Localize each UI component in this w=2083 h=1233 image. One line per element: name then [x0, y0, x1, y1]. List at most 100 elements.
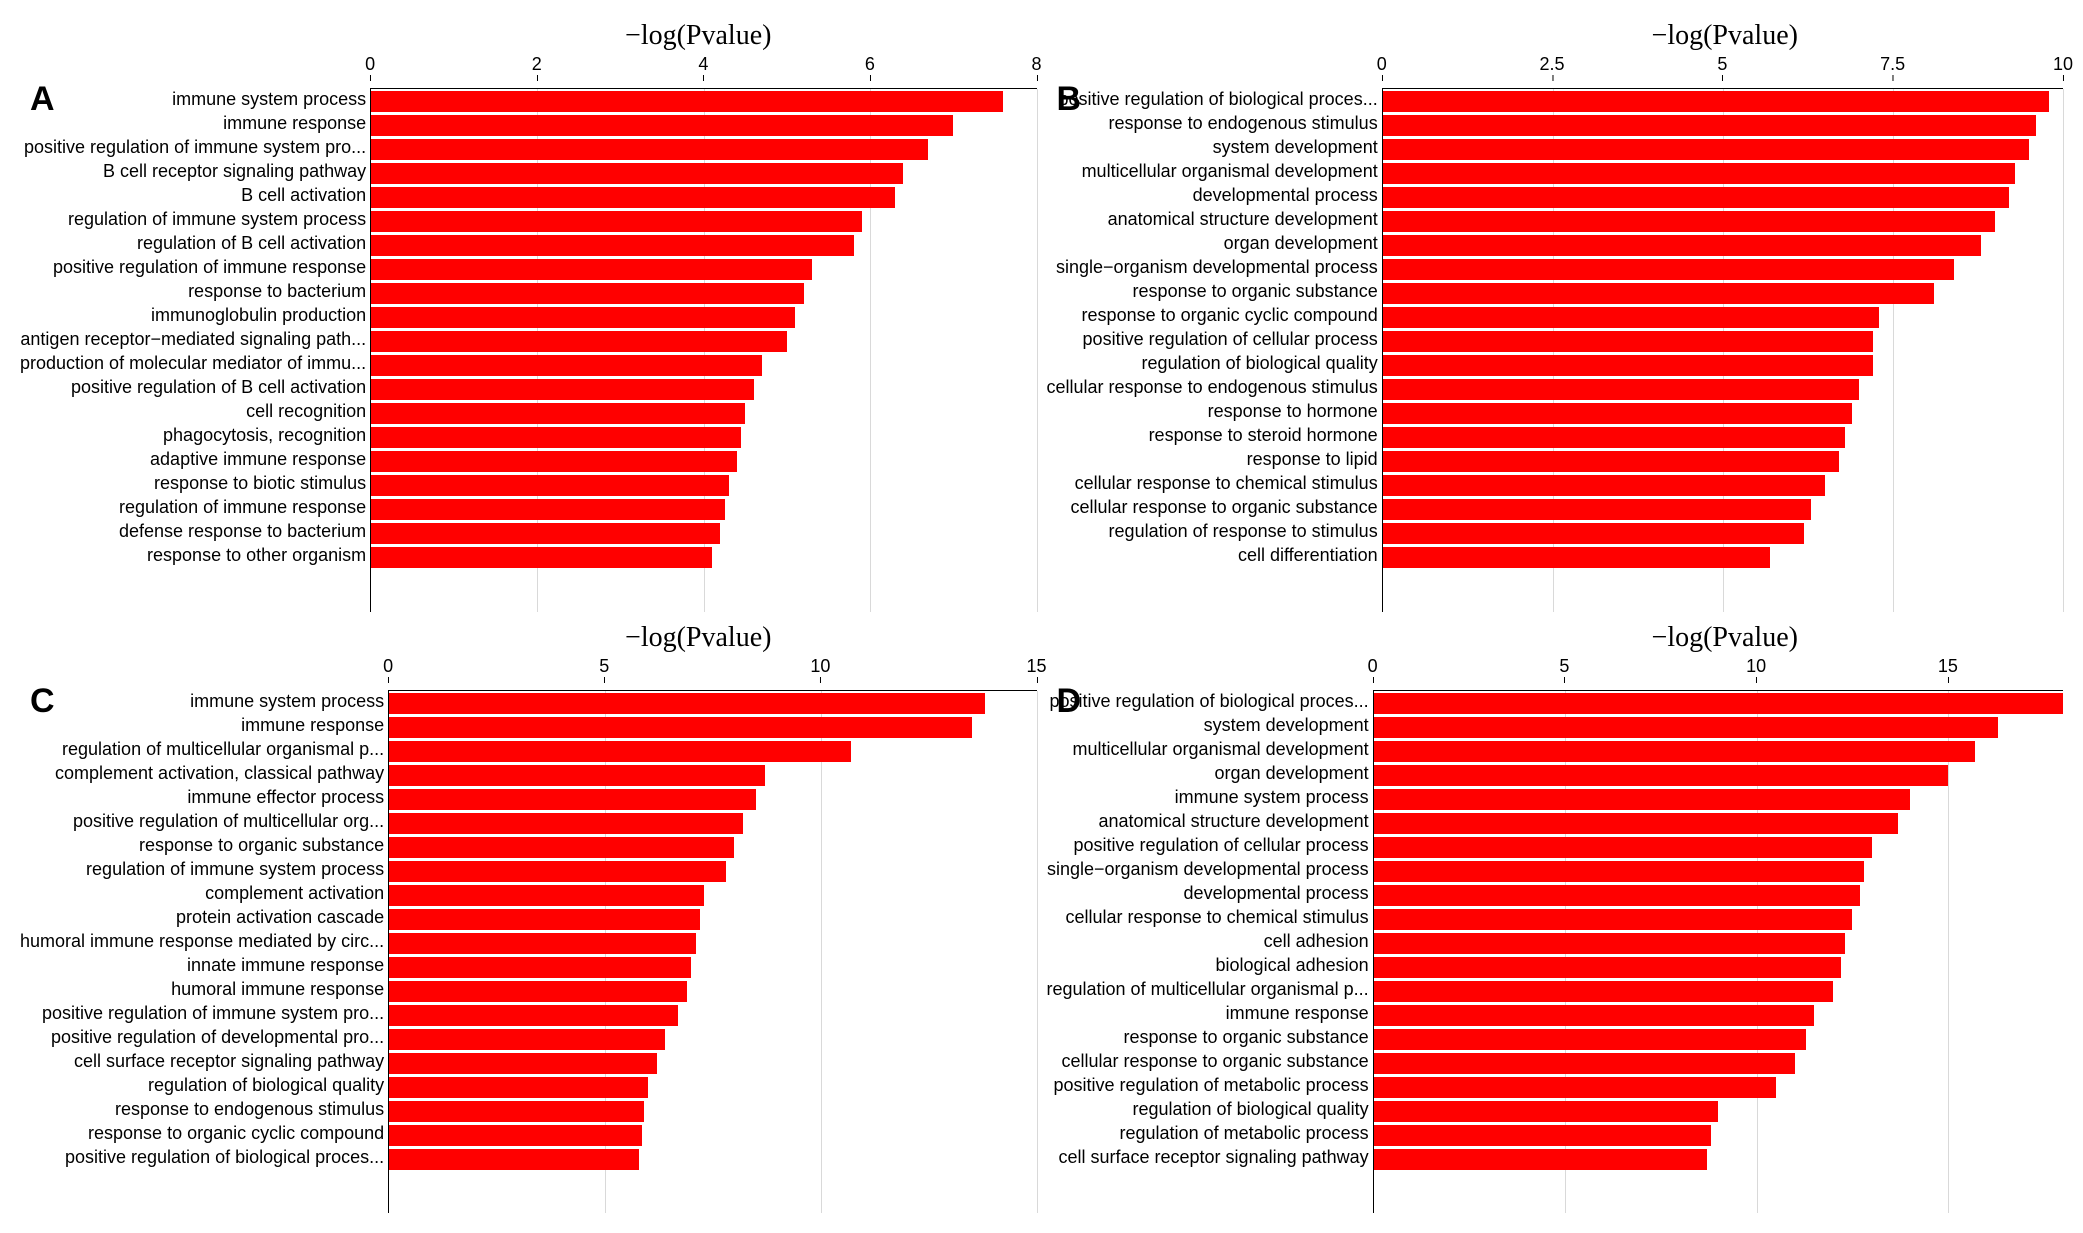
category-label: response to organic cyclic compound [20, 1124, 388, 1148]
bar [1374, 933, 1845, 954]
bar [1374, 1005, 1814, 1026]
category-label: developmental process [1047, 186, 1382, 210]
category-label: defense response to bacterium [20, 522, 370, 546]
panel-D: D −log(Pvalue) positive regulation of bi… [1047, 622, 2064, 1214]
x-tick: 10 [810, 656, 830, 677]
category-label: positive regulation of immune system pro… [20, 138, 370, 162]
category-label: regulation of multicellular organismal p… [1047, 980, 1373, 1004]
plot-area: immune system processimmune responseposi… [20, 54, 1037, 612]
x-axis-title: −log(Pvalue) [1387, 20, 2064, 52]
bar [389, 933, 695, 954]
bar [371, 475, 729, 496]
category-label: humoral immune response [20, 980, 388, 1004]
x-axis: 02468 [370, 54, 1036, 89]
panel-letter: B [1057, 80, 1082, 119]
category-label: multicellular organismal development [1047, 162, 1382, 186]
bar [389, 1077, 648, 1098]
category-label: response to biotic stimulus [20, 474, 370, 498]
bar [371, 163, 903, 184]
category-label: positive regulation of multicellular org… [20, 812, 388, 836]
category-label: regulation of multicellular organismal p… [20, 740, 388, 764]
bar [1374, 885, 1860, 906]
bar [1383, 547, 1771, 568]
x-tick: 0 [365, 54, 375, 75]
category-label: cell recognition [20, 402, 370, 426]
bar [371, 235, 853, 256]
bar [389, 1029, 665, 1050]
category-label: cell adhesion [1047, 932, 1373, 956]
panel-C: C −log(Pvalue) immune system processimmu… [20, 622, 1037, 1214]
bars-area [1373, 691, 2063, 1214]
bar [389, 765, 764, 786]
x-tick: 0 [1368, 656, 1378, 677]
category-label: B cell receptor signaling pathway [20, 162, 370, 186]
bar [1374, 813, 1899, 834]
bar [1383, 355, 1873, 376]
category-label: response to organic substance [20, 836, 388, 860]
x-tick: 5 [1717, 54, 1727, 75]
panel-letter: C [30, 682, 55, 721]
bar [371, 523, 720, 544]
bar [389, 741, 851, 762]
x-axis-title: −log(Pvalue) [1387, 622, 2064, 654]
y-axis-labels: immune system processimmune responseposi… [20, 54, 370, 612]
x-axis: 051015 [1373, 656, 2063, 691]
bar [1374, 1029, 1807, 1050]
bar [371, 139, 928, 160]
category-label: developmental process [1047, 884, 1373, 908]
bar [389, 1125, 641, 1146]
bar [1383, 403, 1852, 424]
bar [389, 717, 972, 738]
category-label: anatomical structure development [1047, 812, 1373, 836]
x-tick: 7.5 [1880, 54, 1905, 75]
bar [1383, 139, 2029, 160]
category-label: regulation of biological quality [20, 1076, 388, 1100]
category-label: positive regulation of immune response [20, 258, 370, 282]
category-label: response to endogenous stimulus [1047, 114, 1382, 138]
bar [1374, 909, 1853, 930]
bar [371, 355, 762, 376]
bar [1383, 475, 1825, 496]
bar [1383, 451, 1839, 472]
bar [1374, 861, 1864, 882]
category-label: protein activation cascade [20, 908, 388, 932]
bar [1383, 259, 1954, 280]
plot-area: positive regulation of biological proces… [1047, 656, 2064, 1214]
category-label: organ development [1047, 764, 1373, 788]
x-tick: 15 [1026, 656, 1046, 677]
category-label: immune system process [1047, 788, 1373, 812]
bar [1374, 957, 1841, 978]
bar [371, 427, 741, 448]
category-label: immune response [1047, 1004, 1373, 1028]
category-label: response to organic cyclic compound [1047, 306, 1382, 330]
bar [1383, 379, 1859, 400]
bar [389, 957, 691, 978]
bar [1383, 307, 1880, 328]
category-label: adaptive immune response [20, 450, 370, 474]
category-label: cellular response to endogenous stimulus [1047, 378, 1382, 402]
category-label: positive regulation of immune system pro… [20, 1004, 388, 1028]
x-axis-title: −log(Pvalue) [360, 622, 1037, 654]
x-tick: 5 [599, 656, 609, 677]
category-label: cell surface receptor signaling pathway [1047, 1148, 1373, 1172]
bar [1383, 283, 1934, 304]
category-label: immune effector process [20, 788, 388, 812]
bar [389, 813, 743, 834]
panel-B: B −log(Pvalue) positive regulation of bi… [1047, 20, 2064, 612]
y-axis-labels: positive regulation of biological proces… [1047, 54, 1382, 612]
bar [1374, 1101, 1719, 1122]
category-label: cellular response to chemical stimulus [1047, 908, 1373, 932]
plot-area: immune system processimmune responseregu… [20, 656, 1037, 1214]
bars-area [388, 691, 1036, 1214]
bar [1383, 331, 1873, 352]
category-label: immunoglobulin production [20, 306, 370, 330]
category-label: positive regulation of B cell activation [20, 378, 370, 402]
gridline [1037, 691, 1038, 1214]
category-label: immune response [20, 716, 388, 740]
bar [389, 981, 687, 1002]
panel-letter: A [30, 80, 55, 119]
gridline [821, 691, 822, 1214]
bar [371, 379, 754, 400]
category-label: response to bacterium [20, 282, 370, 306]
bar [1374, 837, 1872, 858]
